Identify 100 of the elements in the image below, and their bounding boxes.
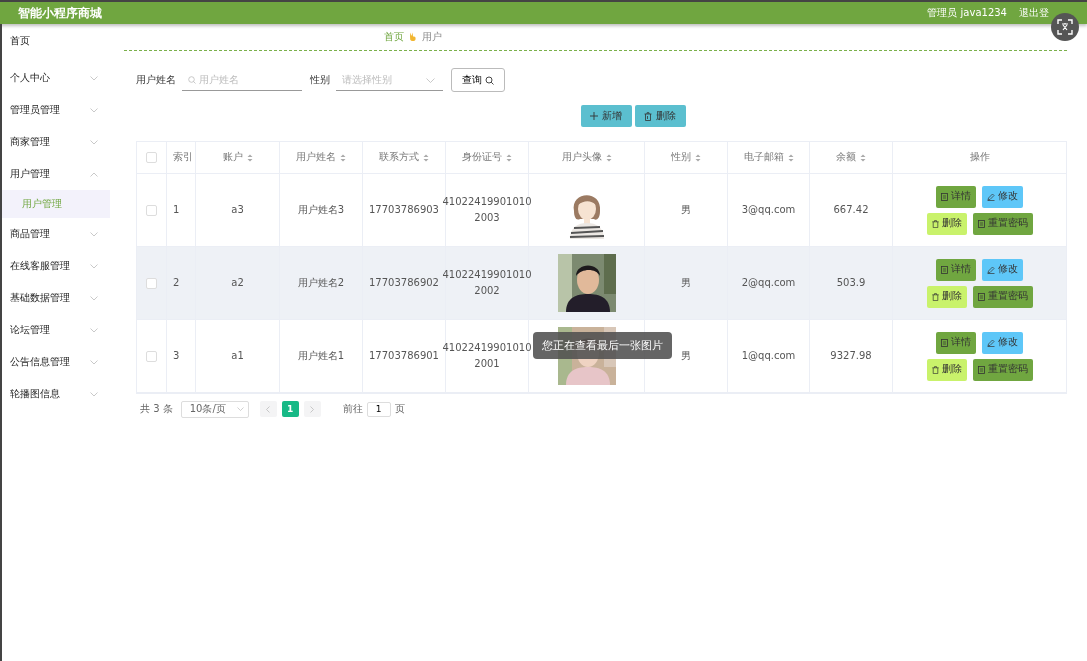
sort-icon[interactable] xyxy=(340,153,346,162)
row-action-button[interactable]: 修改 xyxy=(982,258,1023,281)
document-icon xyxy=(977,219,985,228)
next-page-button[interactable] xyxy=(303,401,321,417)
trash-icon xyxy=(931,365,939,374)
sidebar-item[interactable]: 管理员管理 xyxy=(2,94,110,126)
chevron-icon xyxy=(90,391,98,397)
sort-icon[interactable] xyxy=(246,153,253,162)
sidebar-item[interactable]: 用户管理 xyxy=(2,158,110,190)
prev-page-button[interactable] xyxy=(259,401,277,417)
trash-icon xyxy=(644,111,652,121)
table-cell-text: 41022419901010 2002 xyxy=(442,268,532,298)
sidebar-item[interactable]: 公告信息管理 xyxy=(2,346,110,378)
checkbox[interactable] xyxy=(146,204,157,216)
chevron-left-icon xyxy=(266,405,271,413)
sort-icon[interactable] xyxy=(695,153,701,162)
table-cell-text: 17703786901 xyxy=(369,349,439,363)
chevron-icon xyxy=(90,171,98,177)
row-action-button[interactable]: 详情 xyxy=(936,185,976,208)
row-action-button[interactable]: 修改 xyxy=(982,185,1023,208)
row-action-button[interactable]: 删除 xyxy=(926,212,967,235)
sort-icon[interactable] xyxy=(423,153,429,162)
pencil-icon xyxy=(987,192,995,201)
chevron-icon xyxy=(426,78,435,83)
table-cell-text: 用户姓名3 xyxy=(297,203,345,217)
column-header: 身份证号 xyxy=(462,151,502,164)
sort-icon[interactable] xyxy=(605,153,612,162)
row-action-button[interactable]: 重置密码 xyxy=(972,358,1033,381)
row-action-button[interactable]: 详情 xyxy=(936,258,976,281)
table-cell-text: 男 xyxy=(681,349,691,363)
row-action-button[interactable]: 修改 xyxy=(982,331,1023,354)
table-cell-text: 9327.98 xyxy=(830,349,872,363)
column-header: 性别 xyxy=(671,151,691,164)
sort-icon[interactable] xyxy=(787,153,794,162)
sort-icon[interactable] xyxy=(506,153,512,162)
row-action-button[interactable]: 重置密码 xyxy=(972,212,1033,235)
app-title: 智能小程序商城 xyxy=(18,4,103,22)
page-size-select[interactable]: 10条/页 xyxy=(180,400,249,418)
table-cell-text: 1 xyxy=(173,203,180,217)
table-cell-text: 用户姓名2 xyxy=(297,276,345,290)
row-action-button[interactable]: 重置密码 xyxy=(972,285,1033,308)
toolbar-button[interactable]: 删除 xyxy=(634,105,686,127)
chevron-icon xyxy=(90,263,98,269)
document-icon xyxy=(941,338,948,347)
query-button[interactable]: 查询 xyxy=(451,68,505,92)
page-unit: 页 xyxy=(394,402,405,416)
table-cell-text: 667.42 xyxy=(833,203,869,217)
translate-button[interactable] xyxy=(1051,13,1079,41)
plus-icon xyxy=(590,112,598,120)
sidebar-item[interactable]: 个人中心 xyxy=(2,62,110,94)
toolbar-button[interactable]: 新增 xyxy=(580,105,632,127)
table-cell-text: 用户姓名1 xyxy=(297,349,345,363)
trash-icon xyxy=(931,219,939,228)
row-action-button[interactable]: 删除 xyxy=(926,285,967,308)
sort-icon[interactable] xyxy=(860,153,866,162)
chevron-icon xyxy=(90,107,98,113)
breadcrumb-link[interactable]: 用户 xyxy=(422,30,442,44)
table-cell-text: 男 xyxy=(681,203,691,217)
sidebar-item[interactable]: 商家管理 xyxy=(2,126,110,158)
chevron-icon xyxy=(90,295,98,301)
table-cell-text: 3 xyxy=(173,349,180,363)
table-cell-text: a2 xyxy=(231,276,244,290)
user-label: 管理员 java1234 xyxy=(927,6,1007,20)
chevron-icon xyxy=(90,75,98,81)
field-label: 用户姓名 xyxy=(136,73,176,87)
chevron-icon xyxy=(90,231,98,237)
column-header: 用户姓名 xyxy=(296,151,336,164)
checkbox[interactable] xyxy=(146,152,157,163)
sidebar-item[interactable]: 论坛管理 xyxy=(2,314,110,346)
toast-message: 您正在查看最后一张图片 xyxy=(533,332,672,359)
search-icon xyxy=(485,75,494,85)
table-cell-text: 1@qq.com xyxy=(741,349,796,363)
column-header: 电子邮箱 xyxy=(743,151,784,164)
field-label: 性别 xyxy=(310,73,330,87)
sidebar-item[interactable]: 基础数据管理 xyxy=(2,282,110,314)
document-icon xyxy=(941,265,948,274)
column-header: 用户头像 xyxy=(561,151,602,164)
search-icon xyxy=(188,76,196,84)
page-input[interactable]: 1 xyxy=(366,401,391,417)
row-action-button[interactable]: 删除 xyxy=(926,358,967,381)
table-cell-text: 41022419901010 2003 xyxy=(442,195,532,225)
chevron-icon xyxy=(90,327,98,333)
sidebar-item[interactable]: 在线客服管理 xyxy=(2,250,110,282)
total-count: 共 3 条 xyxy=(140,402,173,416)
column-header: 余额 xyxy=(836,151,856,164)
table-cell-text: 17703786902 xyxy=(369,276,439,290)
search-field[interactable]: 用户姓名 xyxy=(182,69,302,91)
column-header: 操作 xyxy=(969,151,990,164)
row-action-button[interactable]: 详情 xyxy=(936,331,976,354)
trash-icon xyxy=(931,292,939,301)
chevron-icon xyxy=(236,407,244,411)
sidebar-item[interactable]: 轮播图信息 xyxy=(2,378,110,410)
column-header: 索引 xyxy=(173,151,193,164)
sidebar-item[interactable]: 商品管理 xyxy=(2,218,110,250)
table-cell-text: a1 xyxy=(231,349,244,363)
checkbox[interactable] xyxy=(146,350,157,362)
sidebar-item[interactable]: 首页 xyxy=(2,30,110,52)
checkbox[interactable] xyxy=(146,277,157,289)
table-cell-text: 41022419901010 2001 xyxy=(442,341,532,371)
table-cell-text: 2 xyxy=(173,276,180,290)
